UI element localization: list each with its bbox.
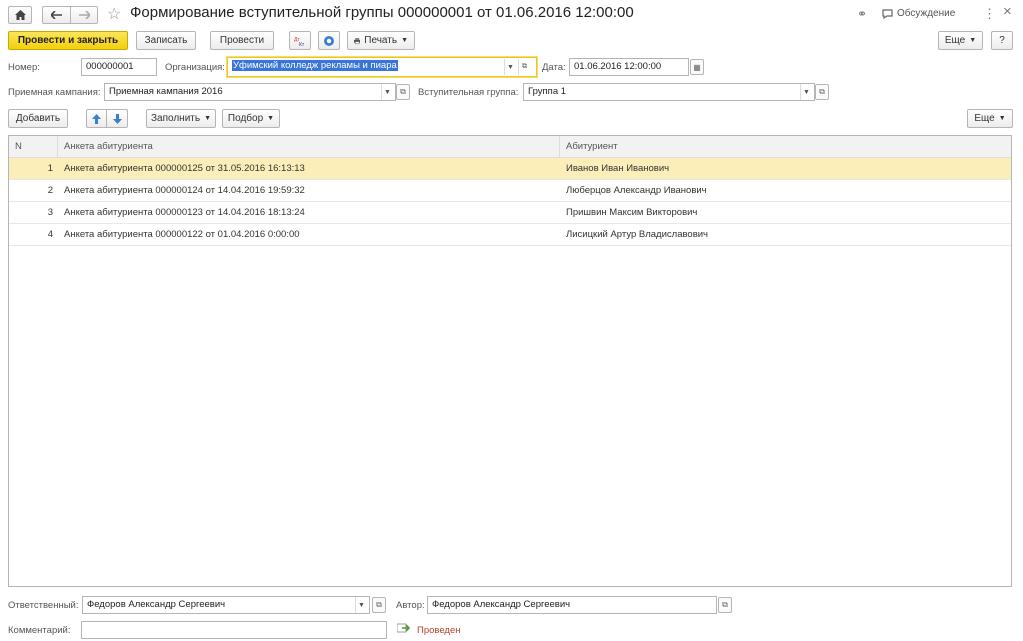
related-docs-icon — [324, 35, 334, 46]
number-label: Номер: — [8, 62, 40, 73]
row-applicant: Пришвин Максим Викторович — [566, 207, 698, 218]
table-row[interactable]: 1 Анкета абитуриента 000000125 от 31.05.… — [9, 158, 1011, 180]
favorite-star-icon[interactable]: ☆ — [107, 4, 121, 24]
row-form: Анкета абитуриента 000000122 от 01.04.20… — [64, 229, 300, 240]
dt-kt-icon: ДтКт — [294, 37, 305, 47]
chevron-down-icon: ▼ — [969, 37, 977, 44]
table-more-button[interactable]: Еще ▼ — [967, 109, 1013, 128]
arrow-down-icon — [112, 113, 122, 124]
arrow-left-icon — [51, 11, 62, 19]
organization-label: Организация: — [165, 62, 225, 73]
chevron-down-icon: ▼ — [998, 115, 1006, 122]
table-row[interactable]: 4 Анкета абитуриента 000000122 от 01.04.… — [9, 224, 1011, 246]
discussion-button[interactable]: Обсуждение — [882, 8, 955, 19]
chevron-down-icon: ▼ — [401, 37, 408, 44]
discussion-icon — [882, 8, 893, 19]
move-down-button[interactable] — [106, 109, 128, 128]
campaign-open-icon[interactable]: ⧉ — [396, 84, 410, 100]
group-field[interactable]: Группа 1 ▼ — [523, 83, 815, 101]
chevron-down-icon: ▼ — [267, 115, 275, 122]
author-field[interactable]: Федоров Александр Сергеевич — [427, 596, 717, 614]
close-icon[interactable]: × — [1003, 3, 1012, 20]
status-label: Проведен — [417, 625, 461, 636]
row-number: 1 — [47, 163, 53, 174]
row-number: 4 — [47, 229, 53, 240]
arrow-up-icon — [92, 113, 101, 124]
date-field[interactable]: 01.06.2016 12:00:00 — [569, 58, 689, 76]
forward-button[interactable] — [70, 6, 98, 24]
svg-text:Кт: Кт — [299, 42, 305, 47]
fill-label: Заполнить — [150, 113, 201, 124]
author-label: Автор: — [396, 600, 425, 611]
group-open-icon[interactable]: ⧉ — [815, 84, 829, 100]
home-icon — [14, 10, 26, 20]
author-open-icon[interactable]: ⧉ — [718, 597, 732, 613]
back-button[interactable] — [42, 6, 70, 24]
move-up-button[interactable] — [86, 109, 106, 128]
comment-field[interactable] — [81, 621, 387, 639]
post-and-close-button[interactable]: Провести и закрыть — [8, 31, 128, 50]
responsible-label: Ответственный: — [8, 600, 79, 611]
row-form: Анкета абитуриента 000000123 от 14.04.20… — [64, 207, 305, 218]
dt-kt-report-button[interactable]: Дт Кт — [289, 31, 311, 50]
applicants-table[interactable]: N Анкета абитуриента Абитуриент 1 Анкета… — [8, 135, 1012, 587]
calendar-icon[interactable]: ▦ — [690, 59, 704, 75]
responsible-value: Федоров Александр Сергеевич — [87, 599, 226, 610]
print-button[interactable]: Печать ▼ — [347, 31, 415, 50]
group-value: Группа 1 — [528, 86, 567, 97]
pick-button[interactable]: Подбор ▼ — [222, 109, 280, 128]
home-button[interactable] — [8, 6, 32, 24]
row-number: 2 — [47, 185, 53, 196]
fill-button[interactable]: Заполнить ▼ — [146, 109, 216, 128]
organization-field[interactable]: Уфимский колледж рекламы и пиара ▼ ⧉ — [227, 57, 537, 77]
link-icon[interactable]: ⚭ — [857, 7, 867, 21]
page-title: Формирование вступительной группы 000000… — [130, 4, 634, 21]
column-header-n[interactable]: N — [15, 141, 22, 152]
column-header-applicant[interactable]: Абитуриент — [566, 141, 618, 152]
post-button[interactable]: Провести — [210, 31, 274, 50]
group-label: Вступительная группа: — [418, 87, 519, 98]
pick-label: Подбор — [227, 113, 264, 124]
row-form: Анкета абитуриента 000000124 от 14.04.20… — [64, 185, 305, 196]
discussion-label: Обсуждение — [897, 8, 956, 19]
printer-icon — [354, 37, 361, 44]
posted-status-icon — [397, 623, 410, 633]
campaign-value: Приемная кампания 2016 — [109, 86, 223, 97]
chevron-down-icon[interactable]: ▼ — [504, 59, 516, 75]
more-label: Еще — [944, 35, 966, 46]
comment-label: Комментарий: — [8, 625, 71, 636]
chevron-down-icon: ▼ — [204, 115, 212, 122]
chevron-down-icon[interactable]: ▼ — [355, 597, 367, 613]
chevron-down-icon[interactable]: ▼ — [800, 84, 812, 100]
campaign-label: Приемная кампания: — [8, 87, 101, 98]
column-header-form[interactable]: Анкета абитуриента — [64, 141, 153, 152]
row-applicant: Люберцов Александр Иванович — [566, 185, 707, 196]
related-docs-button[interactable] — [318, 31, 340, 50]
row-form: Анкета абитуриента 000000125 от 31.05.20… — [64, 163, 305, 174]
table-row[interactable]: 2 Анкета абитуриента 000000124 от 14.04.… — [9, 180, 1011, 202]
row-applicant: Иванов Иван Иванович — [566, 163, 670, 174]
add-button[interactable]: Добавить — [8, 109, 68, 128]
date-label: Дата: — [542, 62, 566, 73]
save-button[interactable]: Записать — [136, 31, 196, 50]
campaign-field[interactable]: Приемная кампания 2016 ▼ — [104, 83, 396, 101]
help-button[interactable]: ? — [991, 31, 1013, 50]
organization-value: Уфимский колледж рекламы и пиара — [232, 60, 398, 71]
print-label: Печать — [364, 35, 398, 46]
open-icon[interactable]: ⧉ — [518, 59, 530, 75]
number-field[interactable]: 000000001 — [81, 58, 157, 76]
more-button[interactable]: Еще ▼ — [938, 31, 983, 50]
chevron-down-icon[interactable]: ▼ — [381, 84, 393, 100]
table-header: N Анкета абитуриента Абитуриент — [9, 136, 1011, 158]
table-more-label: Еще — [974, 113, 995, 124]
row-applicant: Лисицкий Артур Владиславович — [566, 229, 708, 240]
responsible-open-icon[interactable]: ⧉ — [372, 597, 386, 613]
row-number: 3 — [47, 207, 53, 218]
more-actions-icon[interactable]: ⋮ — [983, 6, 996, 22]
table-row[interactable]: 3 Анкета абитуриента 000000123 от 14.04.… — [9, 202, 1011, 224]
arrow-right-icon — [78, 11, 90, 19]
responsible-field[interactable]: Федоров Александр Сергеевич ▼ — [82, 596, 370, 614]
